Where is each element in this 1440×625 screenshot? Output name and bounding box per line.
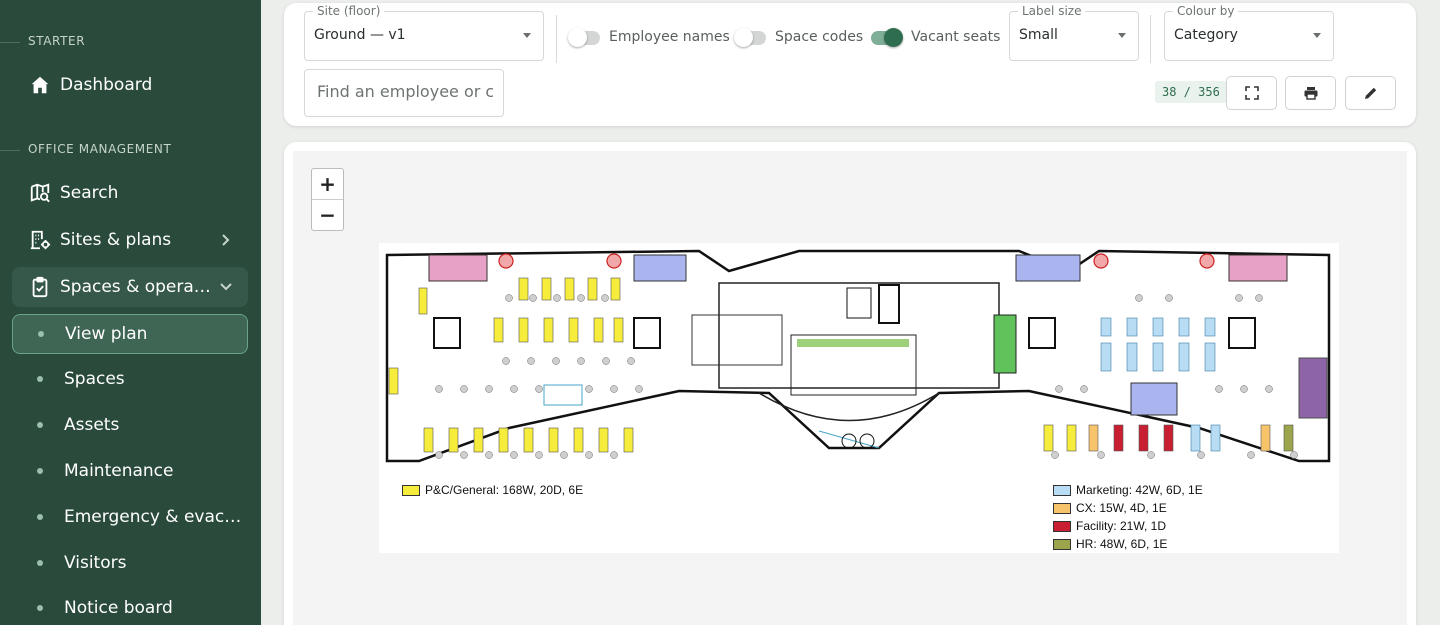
space-codes-toggle[interactable] xyxy=(734,28,766,47)
section-label-starter: STARTER xyxy=(28,34,86,48)
employee-search-input[interactable] xyxy=(317,82,493,101)
bullet-dot-icon xyxy=(37,605,43,611)
building-gear-icon xyxy=(28,228,52,252)
employee-search-field[interactable] xyxy=(304,69,504,117)
sidebar-item-label: View plan xyxy=(65,324,148,344)
toggle-label: Space codes xyxy=(775,29,864,45)
sidebar-item-assets[interactable]: Assets xyxy=(12,405,248,445)
bullet-dot-icon xyxy=(37,422,43,428)
colour-by-select[interactable]: Colour by Category xyxy=(1164,4,1334,61)
sidebar-item-dashboard[interactable]: Dashboard xyxy=(12,65,248,105)
sidebar-item-label: Spaces xyxy=(64,369,125,389)
section-divider xyxy=(0,150,20,151)
sidebar-item-maintenance[interactable]: Maintenance xyxy=(12,451,248,491)
home-icon xyxy=(28,73,52,97)
select-value: Small xyxy=(1019,27,1058,43)
legend-item: P&C/General: 168W, 20D, 6E xyxy=(402,483,583,497)
field-legend: Colour by xyxy=(1173,4,1239,18)
sidebar-item-sites-plans[interactable]: Sites & plans xyxy=(12,220,248,260)
toggle-label: Vacant seats xyxy=(911,29,1001,45)
label-size-select[interactable]: Label size Small xyxy=(1009,4,1139,61)
sidebar-item-search[interactable]: Search xyxy=(12,173,248,213)
toolbar-divider xyxy=(556,15,557,63)
legend-item: Marketing: 42W, 6D, 1E xyxy=(1053,483,1203,497)
fullscreen-button[interactable] xyxy=(1226,76,1277,110)
print-button[interactable] xyxy=(1285,76,1336,110)
plan-toolbar: Site (floor) Ground — v1 Employee names … xyxy=(284,3,1416,126)
sidebar-item-label: Maintenance xyxy=(64,461,174,481)
employee-names-toggle[interactable] xyxy=(568,28,600,47)
sidebar-item-label: Search xyxy=(60,183,119,203)
floor-plan-viewport[interactable]: + − P&C/General: 168W, 20D, 6E Marketing… xyxy=(293,151,1407,625)
chevron-right-icon xyxy=(216,233,236,247)
sidebar-item-label: Emergency & evacuation xyxy=(64,507,248,527)
sidebar-item-label: Assets xyxy=(64,415,120,435)
sidebar-item-label: Spaces & operations xyxy=(60,277,216,297)
print-icon xyxy=(1304,87,1317,100)
bullet-dot-icon xyxy=(37,514,43,520)
sidebar: STARTER Dashboard OFFICE MANAGEMENT Sear… xyxy=(0,0,261,625)
zoom-out-button[interactable]: − xyxy=(312,200,343,230)
map-search-icon xyxy=(28,181,52,205)
section-divider xyxy=(0,42,20,43)
edit-button[interactable] xyxy=(1345,76,1396,110)
legend-swatch xyxy=(1053,502,1071,514)
legend-item: Facility: 21W, 1D xyxy=(1053,519,1166,533)
sidebar-item-view-plan[interactable]: View plan xyxy=(12,314,248,354)
legend-swatch xyxy=(1053,538,1071,550)
floor-plan-drawing xyxy=(385,249,1331,463)
sidebar-item-label: Dashboard xyxy=(60,75,153,95)
bullet-dot-icon xyxy=(37,560,43,566)
legend-label: P&C/General: 168W, 20D, 6E xyxy=(425,483,584,497)
legend-label: HR: 48W, 6D, 1E xyxy=(1076,537,1168,551)
sidebar-item-visitors[interactable]: Visitors xyxy=(12,543,248,583)
legend-label: CX: 15W, 4D, 1E xyxy=(1076,501,1167,515)
caret-down-icon xyxy=(1118,33,1126,38)
legend-swatch xyxy=(402,484,420,496)
bullet-dot-icon xyxy=(37,376,43,382)
section-label-office-management: OFFICE MANAGEMENT xyxy=(28,142,172,156)
legend-item: HR: 48W, 6D, 1E xyxy=(1053,537,1167,551)
sidebar-item-emergency-evacuation[interactable]: Emergency & evacuation xyxy=(12,497,248,537)
chevron-down-icon xyxy=(216,282,236,292)
sidebar-item-label: Sites & plans xyxy=(60,230,172,250)
site-floor-select[interactable]: Site (floor) Ground — v1 xyxy=(304,4,544,61)
vacant-seats-toggle[interactable] xyxy=(871,28,903,47)
vacant-count-badge: 38 / 356 xyxy=(1155,81,1227,103)
sidebar-item-spaces-operations[interactable]: Spaces & operations xyxy=(12,267,248,307)
legend-swatch xyxy=(1053,484,1071,496)
zoom-control: + − xyxy=(311,168,344,231)
select-value: Category xyxy=(1174,27,1238,43)
select-value: Ground — v1 xyxy=(314,27,406,43)
clipboard-check-icon xyxy=(28,275,52,299)
toggle-knob xyxy=(884,28,903,47)
field-legend: Label size xyxy=(1018,4,1086,18)
legend-label: Marketing: 42W, 6D, 1E xyxy=(1076,483,1203,497)
legend-swatch xyxy=(1053,520,1071,532)
toggle-label: Employee names xyxy=(609,29,730,45)
toolbar-divider xyxy=(1150,15,1151,63)
legend-label: Facility: 21W, 1D xyxy=(1076,519,1167,533)
zoom-in-button[interactable]: + xyxy=(312,169,343,199)
sidebar-item-notice-board[interactable]: Notice board xyxy=(12,588,248,625)
sidebar-item-label: Visitors xyxy=(64,553,127,573)
sidebar-item-label: Notice board xyxy=(64,598,173,618)
edit-pencil-icon xyxy=(1364,87,1376,99)
bullet-dot-icon xyxy=(37,468,43,474)
bullet-dot-icon xyxy=(38,331,44,337)
floor-plan-card: + − P&C/General: 168W, 20D, 6E Marketing… xyxy=(284,142,1416,625)
legend-item: CX: 15W, 4D, 1E xyxy=(1053,501,1167,515)
caret-down-icon xyxy=(523,33,531,38)
toggle-knob xyxy=(568,28,587,47)
sidebar-item-spaces[interactable]: Spaces xyxy=(12,359,248,399)
toggle-knob xyxy=(734,28,753,47)
caret-down-icon xyxy=(1313,33,1321,38)
field-legend: Site (floor) xyxy=(313,4,385,18)
floor-plan-image[interactable]: P&C/General: 168W, 20D, 6E Marketing: 42… xyxy=(379,243,1339,553)
fullscreen-icon xyxy=(1244,86,1259,100)
